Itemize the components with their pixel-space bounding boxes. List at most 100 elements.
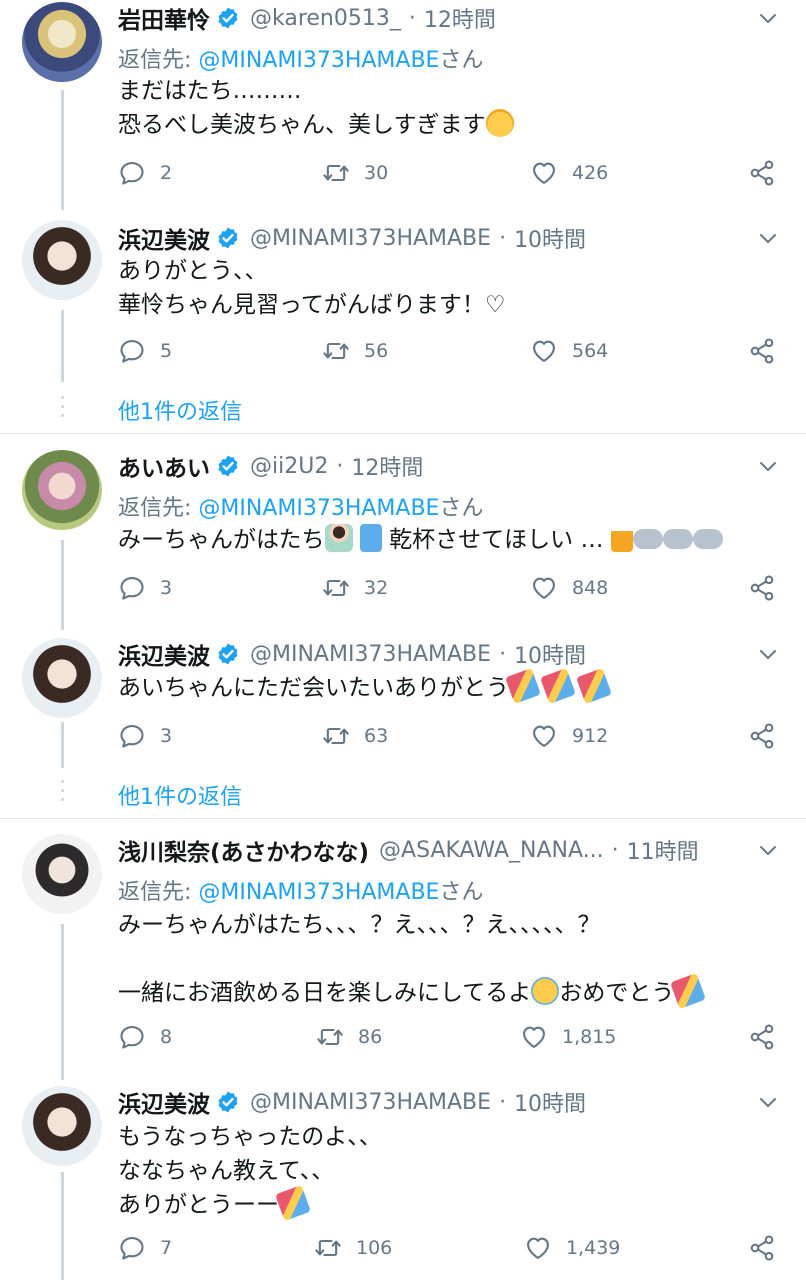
user-handle[interactable]: @MINAMI373HAMABE <box>250 226 491 251</box>
reply-to-suffix: さん <box>439 880 484 905</box>
timestamp[interactable]: 12時間 <box>351 450 423 482</box>
retweet-icon <box>322 722 350 750</box>
reply-to-user-link[interactable]: @MINAMI373HAMABE <box>198 880 439 905</box>
timestamp[interactable]: 12時間 <box>424 2 496 34</box>
timestamp[interactable]: 10時間 <box>514 222 586 254</box>
thread-more-dots <box>61 396 64 423</box>
timestamp[interactable]: 10時間 <box>514 1086 586 1118</box>
like-button[interactable]: 1,439 <box>524 1232 620 1264</box>
user-handle[interactable]: @MINAMI373HAMABE <box>250 642 491 667</box>
chevron-down-icon[interactable] <box>756 642 780 666</box>
like-count: 1,815 <box>562 1026 617 1048</box>
person-emoji-icon <box>324 524 353 552</box>
display-name[interactable]: あいあい <box>118 449 210 483</box>
retweet-icon <box>322 159 350 187</box>
party-popper-emoji-icon <box>575 668 612 704</box>
timestamp[interactable]: 11時間 <box>627 834 699 866</box>
share-icon[interactable] <box>748 722 776 750</box>
reply-to-suffix: さん <box>439 48 484 73</box>
share-icon[interactable] <box>748 1234 776 1262</box>
verified-badge-icon <box>216 1090 240 1114</box>
cloud-emoji-icon <box>632 529 663 549</box>
chevron-down-icon[interactable] <box>756 226 780 250</box>
user-handle[interactable]: @MINAMI373HAMABE <box>250 1090 491 1115</box>
reply-to-user-link[interactable]: @MINAMI373HAMABE <box>198 48 439 73</box>
reply-button[interactable]: 5 <box>118 335 172 367</box>
reply-button[interactable]: 3 <box>118 572 172 604</box>
retweet-button[interactable]: 106 <box>314 1232 392 1264</box>
separator-dot: · <box>499 1089 507 1115</box>
joy-emoji-icon <box>485 109 514 137</box>
share-icon[interactable] <box>748 574 776 602</box>
tweet[interactable]: 浅川梨奈(あさかわなな) @ASAKAWA_NANA... · 11時間 返信先… <box>0 832 806 1072</box>
retweet-count: 86 <box>358 1026 383 1048</box>
show-more-replies-link[interactable]: 他1件の返信 <box>118 779 242 811</box>
tweet[interactable]: 浜辺美波 @MINAMI373HAMABE · 10時間 あいちゃんにただ会いた… <box>0 636 806 766</box>
tweet-line: 恐るべし美波ちゃん、美しすぎます <box>118 112 486 138</box>
display-name[interactable]: 岩田華怜 <box>118 1 210 35</box>
like-button[interactable]: 564 <box>530 335 608 367</box>
like-count: 1,439 <box>566 1237 621 1259</box>
share-icon[interactable] <box>748 1023 776 1051</box>
party-popper-emoji-icon <box>505 668 541 704</box>
avatar[interactable] <box>22 834 102 914</box>
tweet[interactable]: 岩田華怜 @karen0513_ · 12時間 返信先: @MINAMI373H… <box>0 0 806 210</box>
avatar[interactable] <box>22 638 102 718</box>
retweet-count: 32 <box>364 577 389 599</box>
tweet[interactable]: 浜辺美波 @MINAMI373HAMABE · 10時間 もうなっちゃったのよ、… <box>0 1084 806 1280</box>
reply-icon <box>118 722 146 750</box>
reply-count: 5 <box>160 340 173 362</box>
chevron-down-icon[interactable] <box>756 1090 780 1114</box>
reply-to-suffix: さん <box>439 496 484 521</box>
share-icon[interactable] <box>748 159 776 187</box>
like-icon <box>524 1234 552 1262</box>
reply-to-line: 返信先: @MINAMI373HAMABEさん <box>118 490 483 522</box>
avatar[interactable] <box>22 1086 102 1166</box>
reply-icon <box>118 159 146 187</box>
like-button[interactable]: 426 <box>530 157 608 189</box>
tweet[interactable]: 浜辺美波 @MINAMI373HAMABE · 10時間 ありがとう、、 華怜ち… <box>0 220 806 390</box>
chevron-down-icon[interactable] <box>756 838 780 862</box>
avatar[interactable] <box>22 220 102 300</box>
retweet-button[interactable]: 56 <box>322 335 388 367</box>
avatar[interactable] <box>22 450 102 530</box>
chevron-down-icon[interactable] <box>756 454 780 478</box>
reply-button[interactable]: 8 <box>118 1021 172 1053</box>
like-count: 426 <box>572 162 609 184</box>
tweet-line: おめでとう <box>559 980 675 1006</box>
chevron-down-icon[interactable] <box>756 6 780 30</box>
retweet-button[interactable]: 32 <box>322 572 388 604</box>
tweet-line: みーちゃんがはたち、、、？え、、、？え、、、、、？ <box>118 912 601 938</box>
tweet[interactable]: あいあい @ii2U2 · 12時間 返信先: @MINAMI373HAMABE… <box>0 448 806 618</box>
reply-button[interactable]: 7 <box>118 1232 172 1264</box>
action-bar: 2 30 426 <box>118 157 788 189</box>
like-icon <box>530 337 558 365</box>
user-handle[interactable]: @karen0513_ <box>250 6 401 31</box>
show-more-replies-link[interactable]: 他1件の返信 <box>118 394 242 426</box>
retweet-button[interactable]: 63 <box>322 720 388 752</box>
reply-button[interactable]: 3 <box>118 720 172 752</box>
avatar[interactable] <box>22 2 102 82</box>
reply-to-user-link[interactable]: @MINAMI373HAMABE <box>198 496 439 521</box>
party-popper-emoji-icon <box>275 1185 311 1221</box>
reply-count: 7 <box>160 1237 173 1259</box>
like-button[interactable]: 848 <box>530 572 608 604</box>
like-button[interactable]: 912 <box>530 720 608 752</box>
display-name[interactable]: 浜辺美波 <box>118 637 210 671</box>
display-name[interactable]: 浜辺美波 <box>118 1085 210 1119</box>
reply-button[interactable]: 2 <box>118 157 172 189</box>
timestamp[interactable]: 10時間 <box>514 638 586 670</box>
action-bar: 3 32 848 <box>118 572 788 604</box>
retweet-count: 63 <box>364 725 389 747</box>
retweet-button[interactable]: 86 <box>316 1021 382 1053</box>
like-button[interactable]: 1,815 <box>520 1021 616 1053</box>
retweet-button[interactable]: 30 <box>322 157 388 189</box>
display-name[interactable]: 浅川梨奈(あさかわなな) <box>118 833 369 867</box>
user-handle[interactable]: @ii2U2 <box>250 454 328 479</box>
tweet-text: みーちゃんがはたち 乾杯させてほしい … <box>118 523 723 557</box>
display-name[interactable]: 浜辺美波 <box>118 221 210 255</box>
tweet-line: みーちゃんがはたち <box>118 527 325 553</box>
user-handle[interactable]: @ASAKAWA_NANA... <box>379 838 604 863</box>
like-icon <box>530 159 558 187</box>
share-icon[interactable] <box>748 337 776 365</box>
